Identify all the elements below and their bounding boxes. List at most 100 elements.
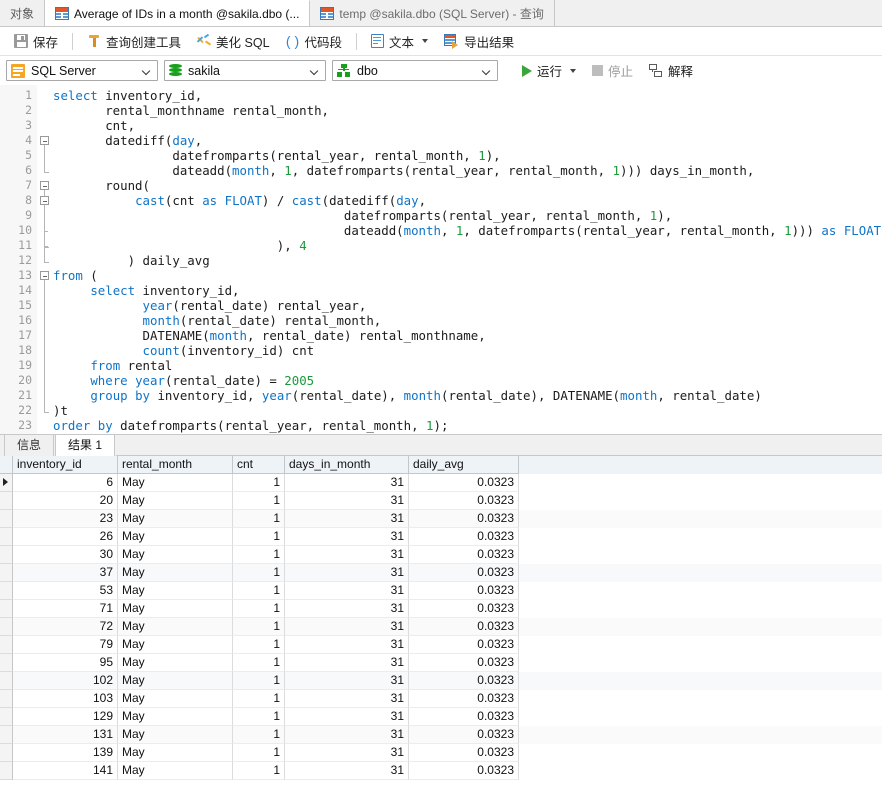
cell-days-in-month[interactable]: 31 xyxy=(285,636,409,654)
row-selector[interactable] xyxy=(0,600,13,618)
cell-cnt[interactable]: 1 xyxy=(233,672,285,690)
cell-daily-avg[interactable]: 0.0323 xyxy=(409,744,519,762)
cell-inventory-id[interactable]: 72 xyxy=(13,618,118,636)
export-results-button[interactable]: 导出结果 xyxy=(436,27,522,55)
code-line[interactable]: round( xyxy=(53,178,150,193)
cell-cnt[interactable]: 1 xyxy=(233,762,285,780)
cell-daily-avg[interactable]: 0.0323 xyxy=(409,510,519,528)
cell-cnt[interactable]: 1 xyxy=(233,636,285,654)
row-selector[interactable] xyxy=(0,672,13,690)
code-line[interactable]: ) daily_avg xyxy=(53,253,210,268)
results-grid[interactable]: inventory_id rental_month cnt days_in_mo… xyxy=(0,456,882,784)
cell-cnt[interactable]: 1 xyxy=(233,474,285,492)
table-row[interactable]: 30 May 1 31 0.0323 xyxy=(0,546,882,564)
row-selector[interactable] xyxy=(0,474,13,492)
column-header-daily-avg[interactable]: daily_avg xyxy=(409,456,519,474)
table-row[interactable]: 71 May 1 31 0.0323 xyxy=(0,600,882,618)
cell-daily-avg[interactable]: 0.0323 xyxy=(409,474,519,492)
cell-daily-avg[interactable]: 0.0323 xyxy=(409,492,519,510)
row-selector[interactable] xyxy=(0,690,13,708)
chevron-down-icon[interactable] xyxy=(570,68,577,73)
cell-days-in-month[interactable]: 31 xyxy=(285,474,409,492)
table-row[interactable]: 72 May 1 31 0.0323 xyxy=(0,618,882,636)
cell-cnt[interactable]: 1 xyxy=(233,690,285,708)
code-line[interactable]: month(rental_date) rental_month, xyxy=(53,313,382,328)
cell-days-in-month[interactable]: 31 xyxy=(285,600,409,618)
cell-rental-month[interactable]: May xyxy=(118,582,233,600)
cell-rental-month[interactable]: May xyxy=(118,690,233,708)
code-line[interactable]: ), 4 xyxy=(53,238,307,253)
cell-days-in-month[interactable]: 31 xyxy=(285,582,409,600)
table-row[interactable]: 6 May 1 31 0.0323 xyxy=(0,474,882,492)
tab-query-average-of-ids[interactable]: Average of IDs in a month @sakila.dbo (.… xyxy=(45,0,311,26)
row-selector[interactable] xyxy=(0,510,13,528)
run-button[interactable]: 运行 xyxy=(514,57,584,85)
cell-rental-month[interactable]: May xyxy=(118,528,233,546)
cell-daily-avg[interactable]: 0.0323 xyxy=(409,672,519,690)
cell-rental-month[interactable]: May xyxy=(118,672,233,690)
chevron-down-icon[interactable] xyxy=(142,66,151,75)
code-line[interactable]: cast(cnt as FLOAT) / cast(datediff(day, xyxy=(53,193,426,208)
cell-cnt[interactable]: 1 xyxy=(233,510,285,528)
schema-selector[interactable]: dbo xyxy=(332,60,498,81)
editor-code-area[interactable]: select inventory_id, rental_monthname re… xyxy=(53,85,882,434)
row-selector[interactable] xyxy=(0,582,13,600)
cell-daily-avg[interactable]: 0.0323 xyxy=(409,726,519,744)
cell-inventory-id[interactable]: 71 xyxy=(13,600,118,618)
cell-daily-avg[interactable]: 0.0323 xyxy=(409,654,519,672)
code-line[interactable]: datefromparts(rental_year, rental_month,… xyxy=(53,208,672,223)
code-line[interactable]: dateadd(month, 1, datefromparts(rental_y… xyxy=(53,223,881,238)
cell-rental-month[interactable]: May xyxy=(118,564,233,582)
cell-inventory-id[interactable]: 37 xyxy=(13,564,118,582)
cell-inventory-id[interactable]: 23 xyxy=(13,510,118,528)
column-header-inventory-id[interactable]: inventory_id xyxy=(13,456,118,474)
cell-cnt[interactable]: 1 xyxy=(233,492,285,510)
cell-days-in-month[interactable]: 31 xyxy=(285,492,409,510)
database-selector[interactable]: sakila xyxy=(164,60,326,81)
cell-daily-avg[interactable]: 0.0323 xyxy=(409,582,519,600)
fold-toggle-icon[interactable] xyxy=(40,136,49,145)
code-line[interactable]: from rental xyxy=(53,358,172,373)
chevron-down-icon[interactable] xyxy=(482,66,491,75)
cell-inventory-id[interactable]: 102 xyxy=(13,672,118,690)
beautify-sql-button[interactable]: 美化 SQL xyxy=(189,27,278,55)
cell-inventory-id[interactable]: 53 xyxy=(13,582,118,600)
cell-inventory-id[interactable]: 139 xyxy=(13,744,118,762)
table-row[interactable]: 102 May 1 31 0.0323 xyxy=(0,672,882,690)
fold-toggle-icon[interactable] xyxy=(40,271,49,280)
cell-cnt[interactable]: 1 xyxy=(233,726,285,744)
cell-rental-month[interactable]: May xyxy=(118,726,233,744)
tab-object[interactable]: 对象 xyxy=(0,0,46,26)
query-builder-button[interactable]: 查询创建工具 xyxy=(79,27,189,55)
code-line[interactable]: group by inventory_id, year(rental_date)… xyxy=(53,388,761,403)
cell-rental-month[interactable]: May xyxy=(118,546,233,564)
cell-inventory-id[interactable]: 103 xyxy=(13,690,118,708)
cell-rental-month[interactable]: May xyxy=(118,492,233,510)
table-row[interactable]: 23 May 1 31 0.0323 xyxy=(0,510,882,528)
cell-days-in-month[interactable]: 31 xyxy=(285,564,409,582)
code-line[interactable]: select inventory_id, xyxy=(53,88,202,103)
chevron-down-icon[interactable] xyxy=(422,39,429,43)
table-row[interactable]: 141 May 1 31 0.0323 xyxy=(0,762,882,780)
column-header-cnt[interactable]: cnt xyxy=(233,456,285,474)
table-row[interactable]: 139 May 1 31 0.0323 xyxy=(0,744,882,762)
table-row[interactable]: 131 May 1 31 0.0323 xyxy=(0,726,882,744)
cell-daily-avg[interactable]: 0.0323 xyxy=(409,546,519,564)
cell-cnt[interactable]: 1 xyxy=(233,618,285,636)
cell-days-in-month[interactable]: 31 xyxy=(285,528,409,546)
fold-toggle-icon[interactable] xyxy=(40,196,49,205)
cell-days-in-month[interactable]: 31 xyxy=(285,510,409,528)
code-line[interactable]: select inventory_id, xyxy=(53,283,239,298)
table-row[interactable]: 20 May 1 31 0.0323 xyxy=(0,492,882,510)
code-line[interactable]: DATENAME(month, rental_date) rental_mont… xyxy=(53,328,486,343)
cell-inventory-id[interactable]: 95 xyxy=(13,654,118,672)
cell-inventory-id[interactable]: 131 xyxy=(13,726,118,744)
cell-daily-avg[interactable]: 0.0323 xyxy=(409,762,519,780)
text-format-button[interactable]: 文本 xyxy=(363,27,436,55)
cell-inventory-id[interactable]: 129 xyxy=(13,708,118,726)
code-line[interactable]: datediff(day, xyxy=(53,133,202,148)
cell-rental-month[interactable]: May xyxy=(118,510,233,528)
editor-fold-column[interactable] xyxy=(37,85,53,434)
cell-rental-month[interactable]: May xyxy=(118,762,233,780)
stop-button[interactable]: 停止 xyxy=(584,57,641,85)
